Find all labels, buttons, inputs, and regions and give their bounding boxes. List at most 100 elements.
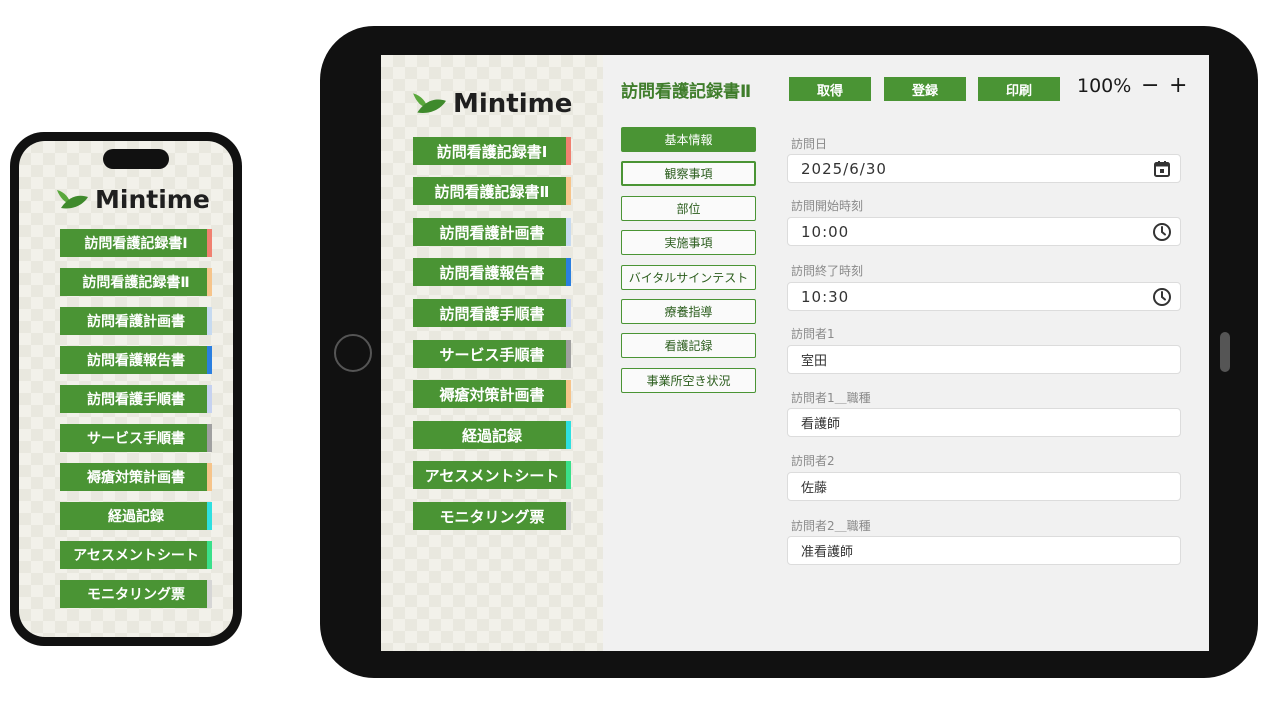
sidebar-item-monitoring[interactable]: モニタリング票 (413, 502, 571, 530)
sidebar: Mintime 訪問看護記録書Ⅰ 訪問看護記録書Ⅱ 訪問看護計画書 訪問看護報告… (381, 55, 603, 651)
section-tab-vitals[interactable]: バイタルサインテスト (621, 265, 756, 290)
visitor2-value: 佐藤 (801, 481, 828, 496)
nav-label: 経過記録 (108, 509, 164, 525)
main-panel: 訪問看護記録書Ⅱ 取得 登録 印刷 100% − + 基本情報 観察事項 部位 … (603, 55, 1209, 651)
phone-nav-service[interactable]: サービス手順書 (60, 424, 212, 452)
visitor1-role-value: 看護師 (801, 417, 841, 432)
section-tab-implementation[interactable]: 実施事項 (621, 230, 756, 255)
phone-nav-assessment[interactable]: アセスメントシート (60, 541, 212, 569)
visit-date-value: 2025/6/30 (801, 159, 887, 178)
sidebar-item-houkoku[interactable]: 訪問看護報告書 (413, 258, 571, 286)
end-time-label: 訪問終了時刻 (791, 264, 864, 278)
nav-stripe (207, 346, 212, 374)
nav-stripe (566, 299, 571, 327)
visitor2-role-field[interactable]: 准看護師 (787, 536, 1181, 565)
sidebar-item-kiroku1[interactable]: 訪問看護記録書Ⅰ (413, 137, 571, 165)
phone-nav-tejun[interactable]: 訪問看護手順書 (60, 385, 212, 413)
phone-notch (103, 149, 169, 169)
register-button[interactable]: 登録 (884, 77, 966, 101)
nav-label: 訪問看護報告書 (87, 353, 185, 369)
visitor1-role-field[interactable]: 看護師 (787, 408, 1181, 437)
zoom-in-button[interactable]: + (1169, 73, 1187, 98)
nav-stripe (207, 463, 212, 491)
page-title: 訪問看護記録書Ⅱ (621, 82, 752, 102)
leaf-icon (57, 189, 88, 208)
visitor2-label: 訪問者2 (791, 454, 835, 468)
nav-label: 訪問看護報告書 (439, 263, 545, 282)
phone-nav-keika[interactable]: 経過記録 (60, 502, 212, 530)
phone-nav-jokuso[interactable]: 褥瘡対策計画書 (60, 463, 212, 491)
visitor2-role-label: 訪問者2＿職種 (791, 519, 871, 533)
section-tab-part[interactable]: 部位 (621, 196, 756, 221)
stage: Mintime 訪問看護記録書Ⅰ 訪問看護記録書Ⅱ 訪問看護計画書 訪問看護報告… (0, 0, 1281, 702)
visitor2-field[interactable]: 佐藤 (787, 472, 1181, 501)
start-time-value: 10:00 (801, 222, 850, 241)
nav-label: 訪問看護手順書 (87, 392, 185, 408)
sidebar-item-jokuso[interactable]: 褥瘡対策計画書 (413, 380, 571, 408)
print-button[interactable]: 印刷 (978, 77, 1060, 101)
sidebar-item-assessment[interactable]: アセスメントシート (413, 461, 571, 489)
sidebar-item-keikaku[interactable]: 訪問看護計画書 (413, 218, 571, 246)
nav-label: 訪問看護計画書 (439, 223, 545, 242)
nav-stripe (207, 268, 212, 296)
visit-date-field[interactable]: 2025/6/30 (787, 154, 1181, 183)
end-time-field[interactable]: 10:30 (787, 282, 1181, 311)
phone-screen: Mintime 訪問看護記録書Ⅰ 訪問看護記録書Ⅱ 訪問看護計画書 訪問看護報告… (19, 141, 233, 637)
section-tab-observation[interactable]: 観察事項 (621, 161, 756, 186)
tablet-device: Mintime 訪問看護記録書Ⅰ 訪問看護記録書Ⅱ 訪問看護計画書 訪問看護報告… (320, 26, 1258, 678)
nav-stripe (566, 177, 571, 205)
nav-label: アセスメントシート (73, 548, 199, 564)
tablet-camera (334, 334, 372, 372)
fetch-button[interactable]: 取得 (789, 77, 871, 101)
visitor1-label: 訪問者1 (791, 327, 835, 341)
nav-label: 訪問看護記録書Ⅰ (436, 142, 548, 161)
visitor1-value: 室田 (801, 354, 828, 369)
zoom-out-button[interactable]: − (1141, 73, 1159, 98)
section-tab-vacancy[interactable]: 事業所空き状況 (621, 368, 756, 393)
clock-icon[interactable] (1152, 287, 1172, 307)
phone-nav-kiroku1[interactable]: 訪問看護記録書Ⅰ (60, 229, 212, 257)
phone-nav-monitoring[interactable]: モニタリング票 (60, 580, 212, 608)
nav-label: 訪問看護記録書Ⅱ (434, 182, 550, 201)
start-time-label: 訪問開始時刻 (791, 199, 864, 213)
nav-stripe (566, 380, 571, 408)
section-tab-nursing-record[interactable]: 看護記録 (621, 333, 756, 358)
phone-nav-houkoku[interactable]: 訪問看護報告書 (60, 346, 212, 374)
visitor2-role-value: 准看護師 (801, 545, 854, 560)
nav-stripe (207, 307, 212, 335)
phone-logo: Mintime (55, 185, 210, 214)
visitor1-field[interactable]: 室田 (787, 345, 1181, 374)
nav-label: 訪問看護手順書 (439, 304, 545, 323)
nav-label: 訪問看護記録書Ⅱ (82, 275, 190, 291)
clock-icon[interactable] (1152, 222, 1172, 242)
nav-label: モニタリング票 (439, 507, 545, 526)
tablet-screen: Mintime 訪問看護記録書Ⅰ 訪問看護記録書Ⅱ 訪問看護計画書 訪問看護報告… (381, 55, 1209, 651)
nav-label: 訪問看護記録書Ⅰ (84, 236, 188, 252)
nav-stripe (207, 580, 212, 608)
calendar-icon[interactable] (1152, 159, 1172, 179)
section-tab-guidance[interactable]: 療養指導 (621, 299, 756, 324)
nav-stripe (207, 541, 212, 569)
nav-stripe (566, 218, 571, 246)
nav-label: モニタリング票 (87, 587, 185, 603)
sidebar-item-kiroku2[interactable]: 訪問看護記録書Ⅱ (413, 177, 571, 205)
nav-stripe (566, 258, 571, 286)
start-time-field[interactable]: 10:00 (787, 217, 1181, 246)
section-tab-basic[interactable]: 基本情報 (621, 127, 756, 152)
nav-stripe (566, 421, 571, 449)
nav-label: 褥瘡対策計画書 (87, 470, 185, 486)
brand-name: Mintime (453, 89, 573, 119)
sidebar-item-service[interactable]: サービス手順書 (413, 340, 571, 368)
brand-name: Mintime (95, 185, 210, 214)
nav-label: アセスメントシート (424, 466, 560, 485)
sidebar-item-tejun[interactable]: 訪問看護手順書 (413, 299, 571, 327)
nav-label: 経過記録 (461, 426, 522, 445)
nav-stripe (207, 502, 212, 530)
sidebar-item-keika[interactable]: 経過記録 (413, 421, 571, 449)
tablet-side-button (1220, 332, 1230, 372)
phone-nav-kiroku2[interactable]: 訪問看護記録書Ⅱ (60, 268, 212, 296)
nav-label: サービス手順書 (439, 345, 545, 364)
visit-date-label: 訪問日 (791, 137, 828, 151)
nav-stripe (207, 229, 212, 257)
phone-nav-keikaku[interactable]: 訪問看護計画書 (60, 307, 212, 335)
